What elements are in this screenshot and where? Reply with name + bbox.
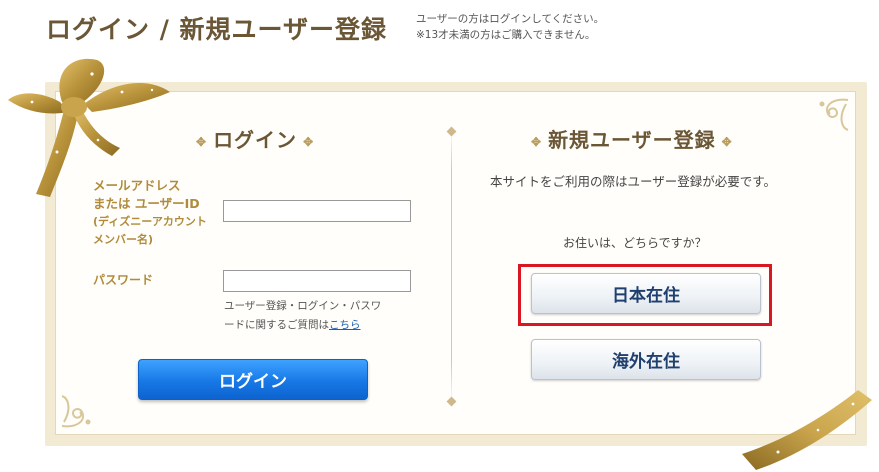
header-note-line1: ユーザーの方はログインしてください。 — [416, 13, 605, 25]
email-label: メールアドレス または ユーザーID (ディズニーアカウント メンバー名) — [93, 177, 207, 249]
japan-resident-button[interactable]: 日本在住 — [531, 273, 761, 314]
password-input[interactable] — [223, 270, 411, 292]
register-heading-text: 新規ユーザー登録 — [548, 128, 716, 152]
center-divider — [451, 128, 452, 404]
header-note-line2: ※13才未満の方はご購入できません。 — [416, 29, 596, 41]
heading-ornament-right-icon: ✥ — [721, 134, 733, 149]
login-heading-text: ログイン — [213, 128, 298, 152]
ribbon-tail-decoration — [742, 390, 872, 470]
residence-question: お住いは、どちらですか？ — [563, 236, 707, 250]
heading-ornament-left-icon: ✥ — [196, 134, 208, 149]
login-help-text: ユーザー登録・ログイン・パスワ ードに関するご質問はこちら — [224, 297, 414, 335]
email-label-line3: (ディズニーアカウント — [93, 215, 207, 228]
login-heading: ✥ ログイン ✥ — [190, 124, 320, 153]
header-note: ユーザーの方はログインしてください。 ※13才未満の方はご購入できません。 — [416, 11, 604, 43]
email-input[interactable] — [223, 200, 411, 222]
page-title: ログイン / 新規ユーザー登録 — [46, 15, 388, 44]
corner-ornament-top-right — [819, 98, 849, 131]
heading-ornament-left-icon: ✥ — [531, 134, 543, 149]
password-label: パスワード — [93, 273, 154, 287]
help-text-line1: ユーザー登録・ログイン・パスワ — [224, 300, 382, 312]
login-button[interactable]: ログイン — [138, 359, 368, 400]
heading-ornament-right-icon: ✥ — [303, 134, 315, 149]
register-description: 本サイトをご利用の際はユーザー登録が必要です。 — [490, 174, 777, 189]
corner-ornament-bottom-left — [61, 395, 91, 428]
overseas-resident-button[interactable]: 海外在住 — [531, 339, 761, 380]
email-label-line4: メンバー名) — [93, 233, 154, 246]
register-heading: ✥ 新規ユーザー登録 ✥ — [525, 124, 739, 153]
email-label-line1: メールアドレス — [93, 178, 181, 193]
help-text-line2: ードに関するご質問は — [224, 319, 329, 331]
help-link[interactable]: こちら — [329, 319, 361, 331]
email-label-line2: または ユーザーID — [93, 196, 200, 211]
